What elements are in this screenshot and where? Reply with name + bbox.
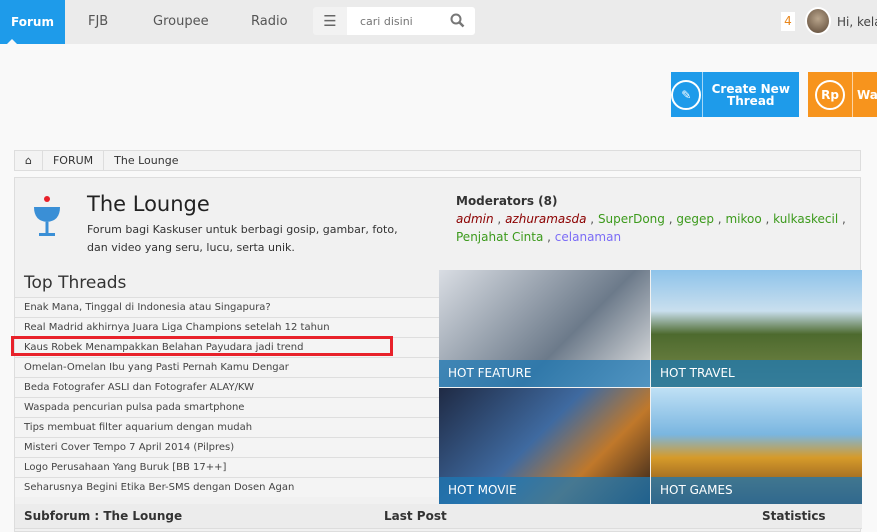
cocktail-icon	[34, 196, 60, 236]
moderator-list: admin , azhuramasda , SuperDong , gegep …	[456, 212, 846, 244]
moderator-link[interactable]: gegep	[676, 212, 714, 226]
create-thread-button[interactable]: ✎ Create New Thread	[671, 72, 799, 117]
subforum-title: Subforum : The Lounge	[24, 509, 183, 523]
thread-link[interactable]: Omelan-Omelan Ibu yang Pasti Pernah Kamu…	[15, 357, 439, 377]
moderator-link[interactable]: Penjahat Cinta	[456, 230, 543, 244]
subforum-header: Subforum : The Lounge Last Post Statisti…	[15, 504, 862, 529]
last-post-header: Last Post	[384, 509, 447, 523]
top-threads-title: Top Threads	[24, 273, 127, 293]
tab-fjb[interactable]: FJB	[88, 0, 108, 44]
thread-link[interactable]: Tips membuat filter aquarium dengan muda…	[15, 417, 439, 437]
thread-link[interactable]: Waspada pencurian pulsa pada smartphone	[15, 397, 439, 417]
tile-hot-movie[interactable]: HOT MOVIE	[439, 388, 650, 504]
avatar[interactable]	[805, 7, 831, 35]
moderator-link[interactable]: admin	[456, 212, 494, 226]
thread-link[interactable]: Real Madrid akhirnya Juara Liga Champion…	[15, 317, 439, 337]
statistics-header: Statistics	[762, 509, 826, 523]
menu-icon[interactable]: ☰	[313, 7, 347, 35]
page-title: The Lounge	[87, 192, 210, 216]
moderator-link[interactable]: celanaman	[555, 230, 621, 244]
forum-panel: The Lounge Forum bagi Kaskuser untuk ber…	[11, 177, 862, 532]
top-nav: Forum FJB Groupee Radio ☰ 4 Hi, kela	[0, 0, 877, 44]
search-icon[interactable]	[450, 13, 465, 28]
tile-hot-travel[interactable]: HOT TRAVEL	[651, 270, 862, 387]
wallet-button[interactable]: Rp Wa	[808, 72, 877, 117]
tab-groupee[interactable]: Groupee	[153, 0, 209, 44]
breadcrumb-current: The Lounge	[114, 154, 179, 167]
moderator-link[interactable]: SuperDong	[598, 212, 665, 226]
moderator-link[interactable]: mikoo	[725, 212, 761, 226]
thread-link[interactable]: Seharusnya Begini Etika Ber-SMS dengan D…	[15, 477, 439, 497]
breadcrumb: ⌂ FORUM The Lounge	[14, 150, 861, 171]
notification-count[interactable]: 4	[781, 12, 795, 31]
pencil-icon: ✎	[671, 79, 702, 110]
breadcrumb-forum[interactable]: FORUM	[43, 151, 105, 170]
thread-link[interactable]: Beda Fotografer ASLI dan Fotografer ALAY…	[15, 377, 439, 397]
moderator-link[interactable]: kulkaskecil	[773, 212, 838, 226]
moderator-link[interactable]: azhuramasda	[505, 212, 586, 226]
rupiah-icon: Rp	[815, 79, 845, 110]
moderators-label: Moderators (8)	[456, 194, 558, 208]
tab-forum[interactable]: Forum	[0, 0, 65, 44]
tile-hot-games[interactable]: HOT GAMES	[651, 388, 862, 504]
forum-description: Forum bagi Kaskuser untuk berbagi gosip,…	[87, 223, 398, 254]
tile-hot-feature[interactable]: HOT FEATURE	[439, 270, 650, 387]
tab-radio[interactable]: Radio	[251, 0, 288, 44]
hot-tiles: HOT FEATURE HOT TRAVEL HOT MOVIE HOT GAM…	[439, 270, 862, 504]
thread-link[interactable]: Logo Perusahaan Yang Buruk [BB 17++]	[15, 457, 439, 477]
home-icon[interactable]: ⌂	[15, 151, 43, 170]
search-input[interactable]	[347, 7, 437, 35]
moderators: Moderators (8) admin , azhuramasda , Sup…	[456, 192, 856, 246]
highlight-box	[11, 336, 393, 356]
thread-link[interactable]: Enak Mana, Tinggal di Indonesia atau Sin…	[15, 297, 439, 317]
top-threads: Top Threads Enak Mana, Tinggal di Indone…	[11, 270, 439, 497]
thread-link[interactable]: Misteri Cover Tempo 7 April 2014 (Pilpre…	[15, 437, 439, 457]
search-box	[347, 7, 475, 35]
user-greeting[interactable]: Hi, kela	[837, 0, 877, 44]
